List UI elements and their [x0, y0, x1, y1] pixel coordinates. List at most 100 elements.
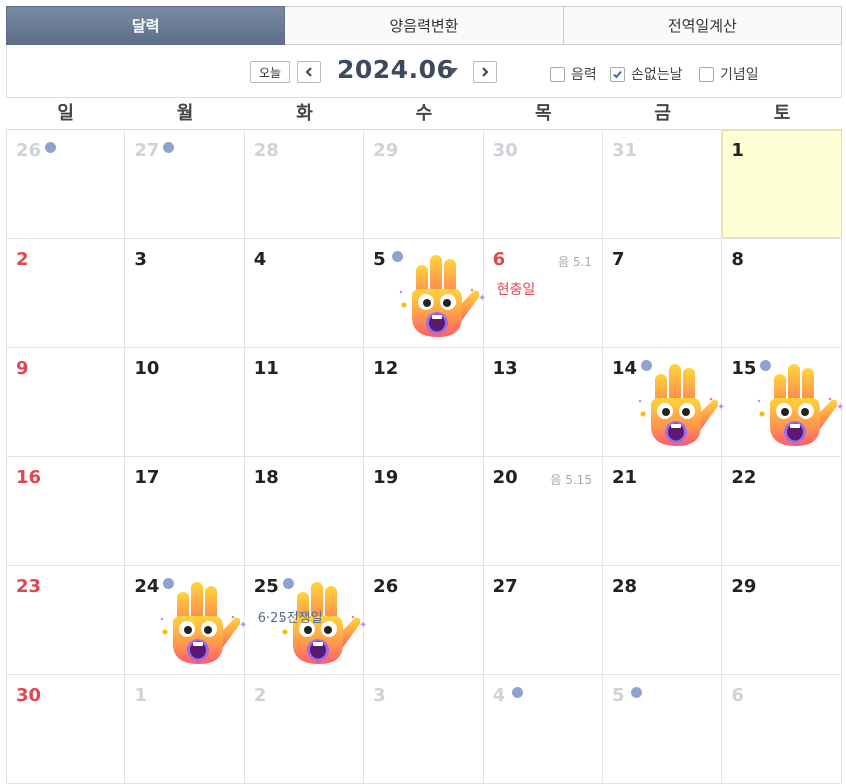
- day-cell[interactable]: 29: [722, 566, 842, 674]
- day-number: 29: [731, 576, 757, 597]
- day-number: 3: [134, 249, 147, 270]
- day-cell[interactable]: 28: [603, 566, 723, 674]
- day-cell[interactable]: 27: [125, 130, 245, 238]
- tab-lunar-converter[interactable]: 양음력변환: [285, 6, 564, 45]
- day-number: 8: [731, 249, 744, 270]
- calendar-week-row: 2 3 4 5 ✦ 6 음 5.1 현충일 7 8: [6, 239, 842, 348]
- day-number: 3: [373, 685, 386, 706]
- holiday-label[interactable]: 현충일: [497, 279, 536, 299]
- day-cell[interactable]: 19: [364, 457, 484, 565]
- no-evil-day-checkbox[interactable]: [610, 67, 625, 82]
- day-cell[interactable]: 17: [125, 457, 245, 565]
- day-cell[interactable]: 3: [125, 239, 245, 347]
- day-cell[interactable]: 26: [6, 130, 126, 238]
- day-cell[interactable]: 27: [484, 566, 603, 674]
- day-cell[interactable]: 20 음 5.15: [484, 457, 603, 565]
- day-cell[interactable]: 6 음 5.1 현충일: [484, 239, 603, 347]
- day-cell[interactable]: 2: [6, 239, 126, 347]
- day-cell[interactable]: 5 ✦: [364, 239, 487, 347]
- day-cell[interactable]: 31: [603, 130, 723, 238]
- day-cell[interactable]: 26: [364, 566, 484, 674]
- day-number: 1: [731, 140, 744, 161]
- calendar-week-row: 16 17 18 19 20 음 5.15 21 22: [6, 457, 842, 566]
- lunar-date: 음 5.15: [550, 473, 592, 487]
- day-number: 28: [253, 140, 279, 161]
- calendar-week-row: 26 27 28 29 30 31 1: [6, 130, 842, 239]
- day-cell[interactable]: 22: [722, 457, 842, 565]
- day-cell[interactable]: 3: [364, 675, 484, 783]
- day-number: 5: [611, 685, 625, 706]
- day-number: 31: [611, 140, 638, 161]
- today-button[interactable]: 오늘: [250, 61, 290, 83]
- day-cell[interactable]: 11: [245, 348, 365, 456]
- day-cell[interactable]: 1: [125, 675, 245, 783]
- next-month-button[interactable]: [473, 61, 497, 83]
- day-number: 18: [253, 467, 279, 488]
- day-cell[interactable]: 6: [722, 675, 842, 783]
- caret-down-icon[interactable]: [448, 68, 458, 74]
- day-number: 1: [134, 685, 147, 706]
- day-number: 30: [16, 685, 42, 706]
- day-cell[interactable]: 10: [125, 348, 245, 456]
- day-number: 4: [492, 685, 506, 706]
- day-number: 13: [492, 358, 518, 379]
- anniversary-checkbox[interactable]: [699, 67, 714, 82]
- day-cell[interactable]: 13: [484, 348, 603, 456]
- day-cell[interactable]: 28: [245, 130, 365, 238]
- day-number: 10: [134, 358, 160, 379]
- day-cell[interactable]: 8: [722, 239, 842, 347]
- day-number: 9: [16, 358, 29, 379]
- day-cell[interactable]: 2: [245, 675, 365, 783]
- calendar-grid: 일월화수목금토 26 27 28 29 30 31 1 2 3 4 5 ✦ 6음 5.1 현충일 7 8 9…: [6, 97, 845, 784]
- tab-calendar[interactable]: 달력: [6, 6, 286, 45]
- weekday-header: 일월화수목금토: [6, 97, 842, 130]
- day-cell[interactable]: 9: [6, 348, 126, 456]
- weekday-label: 화: [296, 103, 313, 124]
- lunar-checkbox[interactable]: [550, 67, 565, 82]
- day-cell[interactable]: 29: [364, 130, 484, 238]
- lunar-option-label: 음력: [571, 67, 597, 83]
- prev-month-button[interactable]: [297, 61, 321, 83]
- day-cell[interactable]: 5: [603, 675, 723, 783]
- weekday-label: 월: [176, 103, 194, 124]
- day-cell[interactable]: 7: [603, 239, 723, 347]
- day-cell[interactable]: 14 ✦: [603, 348, 725, 456]
- day-cell[interactable]: 15 ✦: [722, 348, 845, 456]
- day-cell[interactable]: 21: [603, 457, 723, 565]
- day-number: 26: [373, 576, 399, 597]
- day-number: 6: [492, 249, 506, 270]
- day-cell[interactable]: 23: [6, 566, 126, 674]
- anniversary-label[interactable]: 6·25전쟁일: [258, 607, 323, 626]
- top-tabs: 달력 양음력변환 전역일계산: [6, 6, 842, 45]
- day-cell[interactable]: 30: [484, 130, 603, 238]
- calendar-toolbar: 오늘 2024.06 음력 손없는날 기념일: [6, 45, 842, 97]
- day-cell[interactable]: 24 ✦: [125, 566, 248, 674]
- day-cell-today[interactable]: 1: [722, 130, 842, 238]
- tab-discharge-calculator[interactable]: 전역일계산: [563, 6, 842, 45]
- day-number: 17: [134, 467, 160, 488]
- weekday-label: 금: [654, 103, 671, 124]
- event-dot-icon: [45, 142, 56, 153]
- day-number: 2: [16, 249, 29, 270]
- day-cell[interactable]: 16: [6, 457, 126, 565]
- day-cell[interactable]: 30: [6, 675, 126, 783]
- day-number: 27: [134, 140, 160, 161]
- day-cell[interactable]: 4: [484, 675, 603, 783]
- event-dot-icon: [640, 360, 652, 371]
- day-cell[interactable]: 12: [364, 348, 484, 456]
- svg-text:✦: ✦: [836, 402, 844, 413]
- day-number: 2: [253, 685, 267, 706]
- day-number: 6: [731, 685, 744, 706]
- day-number: 26: [16, 140, 42, 161]
- day-cell[interactable]: 18: [245, 457, 365, 565]
- chevron-right-icon: [482, 67, 489, 77]
- day-number: 20: [492, 467, 518, 488]
- month-title[interactable]: 2024.06: [337, 55, 454, 84]
- day-cell[interactable]: 25 ✦ 6·25전쟁일: [245, 566, 367, 674]
- day-cell[interactable]: 4: [245, 239, 365, 347]
- day-number: 21: [611, 467, 638, 488]
- event-dot-icon: [511, 687, 523, 698]
- calendar-week-row: 9 10 11 12 13 14 ✦ 15 ✦: [6, 348, 845, 457]
- day-number: 19: [373, 467, 399, 488]
- weekday-label: 일: [57, 103, 74, 124]
